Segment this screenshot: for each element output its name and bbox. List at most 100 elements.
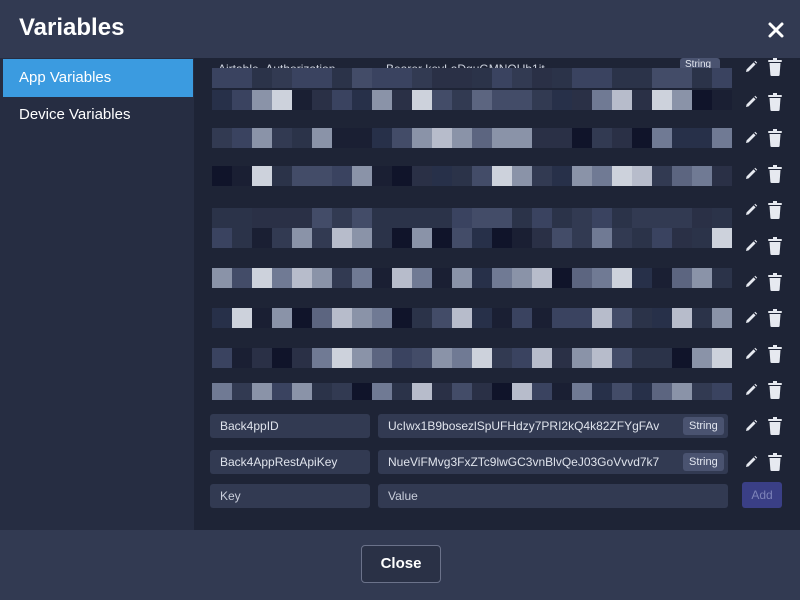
- close-button[interactable]: Close: [361, 545, 441, 583]
- redaction-pixel: [552, 166, 572, 186]
- redaction-pixel: [292, 308, 312, 328]
- redaction-pixel: [492, 228, 512, 248]
- redaction-pixel: [212, 166, 232, 186]
- trash-icon[interactable]: [768, 345, 782, 363]
- redaction-pixel: [632, 68, 652, 88]
- pencil-icon[interactable]: [744, 60, 758, 74]
- redaction-pixel: [652, 68, 672, 88]
- redaction-pixel: [352, 128, 372, 148]
- pencil-icon[interactable]: [744, 203, 758, 217]
- redaction-pixel: [512, 308, 532, 328]
- add-button[interactable]: Add: [742, 482, 782, 508]
- redaction-pixel: [572, 268, 592, 288]
- redaction-pixel: [572, 128, 592, 148]
- redaction-pixel: [212, 268, 232, 288]
- redaction-pixel: [352, 68, 372, 88]
- redaction-pixel: [492, 383, 512, 400]
- variable-value-field[interactable]: UcIwx1B9bosezlSpUFHdzy7PRI2kQ4k82ZFYgFAv: [378, 414, 728, 438]
- redaction-pixel: [592, 208, 612, 228]
- redaction-pixel: [552, 128, 572, 148]
- redaction-pixel: [672, 348, 692, 368]
- sidebar-item-app-variables[interactable]: App Variables: [3, 59, 193, 97]
- redaction-pixel: [492, 208, 512, 228]
- redaction-pixel: [432, 228, 452, 248]
- pencil-icon[interactable]: [744, 383, 758, 397]
- sidebar-item-device-variables[interactable]: Device Variables: [3, 96, 193, 134]
- redacted-row: [212, 348, 732, 368]
- redaction-pixel: [392, 268, 412, 288]
- redaction-pixel: [372, 166, 392, 186]
- redaction-pixel: [432, 268, 452, 288]
- redaction-pixel: [632, 228, 652, 248]
- pencil-icon[interactable]: [744, 131, 758, 145]
- redaction-pixel: [372, 383, 392, 400]
- redaction-pixel: [252, 90, 272, 110]
- trash-icon[interactable]: [768, 381, 782, 399]
- redaction-pixel: [652, 268, 672, 288]
- trash-icon[interactable]: [768, 165, 782, 183]
- redaction-pixel: [452, 228, 472, 248]
- redaction-pixel: [632, 90, 652, 110]
- redaction-pixel: [372, 90, 392, 110]
- new-key-input[interactable]: Key: [210, 484, 370, 508]
- pencil-icon[interactable]: [744, 419, 758, 433]
- redaction-pixel: [312, 268, 332, 288]
- redaction-pixel: [612, 348, 632, 368]
- redaction-pixel: [412, 208, 432, 228]
- row-action-icons: [744, 309, 784, 329]
- redaction-pixel: [412, 90, 432, 110]
- redaction-pixel: [612, 166, 632, 186]
- redaction-pixel: [472, 383, 492, 400]
- redaction-pixel: [312, 166, 332, 186]
- redaction-pixel: [592, 383, 612, 400]
- redaction-pixel: [532, 208, 552, 228]
- redaction-pixel: [632, 208, 652, 228]
- redaction-pixel: [232, 166, 252, 186]
- trash-icon[interactable]: [768, 129, 782, 147]
- row-action-icons: [744, 273, 784, 293]
- trash-icon[interactable]: [768, 201, 782, 219]
- pencil-icon[interactable]: [744, 167, 758, 181]
- variable-key-field[interactable]: Back4AppRestApiKey: [210, 450, 370, 474]
- new-value-input[interactable]: Value: [378, 484, 728, 508]
- close-icon[interactable]: [766, 20, 786, 40]
- trash-icon[interactable]: [768, 93, 782, 111]
- pencil-icon[interactable]: [744, 347, 758, 361]
- row-action-icons: [744, 453, 784, 473]
- trash-icon[interactable]: [768, 417, 782, 435]
- redaction-pixel: [292, 383, 312, 400]
- redaction-pixel: [472, 128, 492, 148]
- redaction-pixel: [372, 128, 392, 148]
- pencil-icon[interactable]: [744, 95, 758, 109]
- redaction-pixel: [332, 90, 352, 110]
- redaction-pixel: [692, 128, 712, 148]
- pencil-icon[interactable]: [744, 275, 758, 289]
- redaction-pixel: [292, 68, 312, 88]
- pencil-icon[interactable]: [744, 455, 758, 469]
- redaction-pixel: [652, 228, 672, 248]
- redaction-pixel: [392, 383, 412, 400]
- redaction-pixel: [712, 348, 732, 368]
- redaction-pixel: [592, 308, 612, 328]
- redaction-pixel: [272, 68, 292, 88]
- variable-value-field[interactable]: NueViFMvg3FxZTc9lwGC3vnBlvQeJ03GoVvvd7k7: [378, 450, 728, 474]
- redaction-pixel: [232, 128, 252, 148]
- redaction-pixel: [332, 166, 352, 186]
- pencil-icon[interactable]: [744, 311, 758, 325]
- redaction-pixel: [432, 208, 452, 228]
- redaction-pixel: [372, 208, 392, 228]
- redaction-pixel: [252, 166, 272, 186]
- redaction-pixel: [312, 90, 332, 110]
- trash-icon[interactable]: [768, 237, 782, 255]
- redaction-pixel: [612, 128, 632, 148]
- trash-icon[interactable]: [768, 309, 782, 327]
- pencil-icon[interactable]: [744, 239, 758, 253]
- redaction-pixel: [492, 166, 512, 186]
- trash-icon[interactable]: [768, 453, 782, 471]
- redaction-pixel: [632, 383, 652, 400]
- redaction-pixel: [712, 68, 732, 88]
- variable-key-field[interactable]: Back4ppID: [210, 414, 370, 438]
- redaction-pixel: [572, 228, 592, 248]
- trash-icon[interactable]: [768, 58, 782, 76]
- trash-icon[interactable]: [768, 273, 782, 291]
